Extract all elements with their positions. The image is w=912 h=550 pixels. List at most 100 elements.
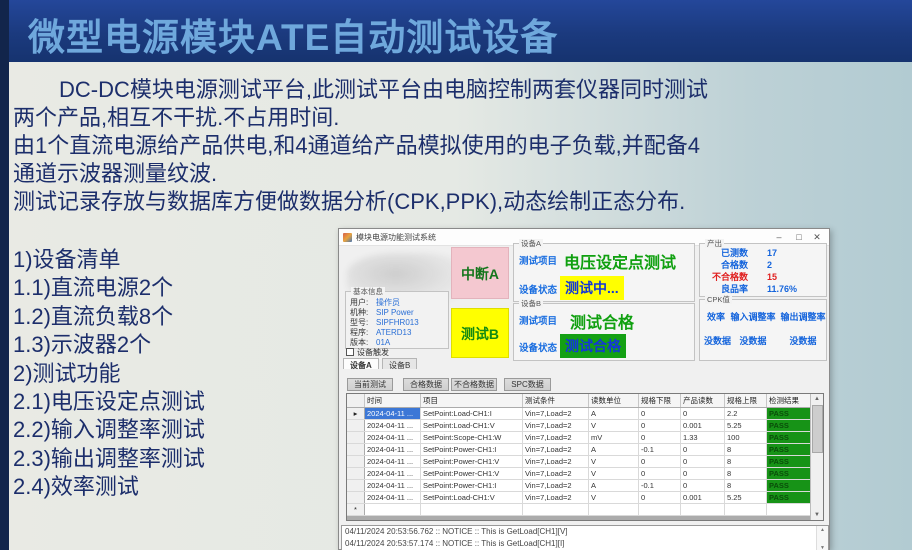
table-cell[interactable]	[589, 504, 639, 515]
table-cell[interactable]: Vin=7,Load=2	[523, 492, 589, 503]
spinner-up-icon[interactable]: ▲	[817, 527, 828, 533]
table-cell[interactable]: 2024-04-11 ...	[365, 456, 421, 467]
table-row[interactable]: 2024-04-11 ... SetPoint:Power-CH1:V Vin=…	[347, 468, 811, 480]
spinner-down-icon[interactable]: ▼	[817, 545, 828, 550]
table-cell[interactable]: 100	[725, 432, 767, 443]
table-cell[interactable]: -0.1	[639, 444, 681, 455]
close-button[interactable]: ✕	[809, 230, 825, 244]
table-vertical-scrollbar[interactable]: ▲ ▼	[810, 394, 823, 520]
spc-data-button[interactable]: SPC数据	[504, 378, 551, 391]
table-cell[interactable]: 0	[681, 444, 725, 455]
result-cell[interactable]: PASS	[767, 456, 811, 467]
scroll-up-icon[interactable]: ▲	[811, 394, 823, 404]
table-cell[interactable]: 0	[639, 420, 681, 431]
minimize-button[interactable]: –	[771, 230, 787, 244]
table-cell[interactable]: Vin=7,Load=2	[523, 456, 589, 467]
result-cell[interactable]: PASS	[767, 444, 811, 455]
table-row[interactable]: 2024-04-11 ... SetPoint:Power-CH1:I Vin=…	[347, 480, 811, 492]
table-cell[interactable]: A	[589, 480, 639, 491]
interrupt-a-button[interactable]: 中断A	[451, 247, 509, 299]
table-cell[interactable]: 5.25	[725, 420, 767, 431]
table-cell[interactable]: 8	[725, 480, 767, 491]
maximize-button[interactable]: □	[791, 230, 807, 244]
scrollbar-thumb[interactable]	[812, 405, 823, 453]
table-cell[interactable]: SetPoint:Power-CH1:I	[421, 480, 523, 491]
table-cell[interactable]: A	[589, 444, 639, 455]
table-cell[interactable]: 0	[639, 408, 681, 419]
table-cell[interactable]: Vin=7,Load=2	[523, 420, 589, 431]
scroll-down-icon[interactable]: ▼	[811, 510, 823, 520]
table-row[interactable]: 2024-04-11 ... SetPoint:Load-CH1:V Vin=7…	[347, 420, 811, 432]
table-cell[interactable]: 2024-04-11 ...	[365, 432, 421, 443]
table-cell[interactable]	[639, 504, 681, 515]
table-row[interactable]: 2024-04-11 ... SetPoint:Load-CH1:V Vin=7…	[347, 492, 811, 504]
table-cell[interactable]: 0	[639, 456, 681, 467]
table-cell[interactable]: Vin=7,Load=2	[523, 444, 589, 455]
table-cell[interactable]	[365, 504, 421, 515]
table-cell[interactable]	[523, 504, 589, 515]
table-cell[interactable]: -0.1	[639, 480, 681, 491]
table-cell[interactable]: mV	[589, 432, 639, 443]
table-cell[interactable]: 2.2	[725, 408, 767, 419]
column-header[interactable]: 检测结果	[767, 394, 811, 407]
table-cell[interactable]: 1.33	[681, 432, 725, 443]
table-cell[interactable]: 2024-04-11 ...	[365, 468, 421, 479]
table-cell[interactable]: 2024-04-11 ...	[365, 492, 421, 503]
fail-data-button[interactable]: 不合格数据	[451, 378, 497, 391]
table-cell[interactable]: SetPoint:Load-CH1:I	[421, 408, 523, 419]
table-cell[interactable]: SetPoint:Power-CH1:I	[421, 444, 523, 455]
table-cell[interactable]: SetPoint:Scope-CH1:W	[421, 432, 523, 443]
table-cell[interactable]: V	[589, 420, 639, 431]
table-cell[interactable]	[767, 504, 811, 515]
table-cell[interactable]	[681, 504, 725, 515]
table-cell[interactable]: Vin=7,Load=2	[523, 432, 589, 443]
table-new-row[interactable]: *	[347, 504, 811, 516]
table-cell[interactable]	[421, 504, 523, 515]
table-cell[interactable]: 8	[725, 444, 767, 455]
table-cell[interactable]: Vin=7,Load=2	[523, 468, 589, 479]
table-cell[interactable]: SetPoint:Load-CH1:V	[421, 420, 523, 431]
column-header[interactable]: 规格上限	[725, 394, 767, 407]
table-cell[interactable]: V	[589, 492, 639, 503]
table-cell[interactable]: 2024-04-11 ...	[365, 444, 421, 455]
table-cell[interactable]: SetPoint:Power-CH1:V	[421, 468, 523, 479]
tab-device-a[interactable]: 设备A	[343, 358, 379, 369]
table-cell[interactable]: A	[589, 408, 639, 419]
table-cell[interactable]: 8	[725, 456, 767, 467]
column-header[interactable]: 时间	[365, 394, 421, 407]
result-cell[interactable]: PASS	[767, 468, 811, 479]
test-b-button[interactable]: 测试B	[451, 308, 509, 358]
tab-device-b[interactable]: 设备B	[382, 358, 417, 369]
column-header[interactable]: 项目	[421, 394, 523, 407]
table-row[interactable]: 2024-04-11 ... SetPoint:Scope-CH1:W Vin=…	[347, 432, 811, 444]
table-row[interactable]: 2024-04-11 ... SetPoint:Power-CH1:V Vin=…	[347, 456, 811, 468]
table-cell[interactable]: V	[589, 456, 639, 467]
log-scrollbar[interactable]: ▲ ▼	[816, 526, 828, 550]
column-header[interactable]: 测试条件	[523, 394, 589, 407]
table-cell[interactable]: SetPoint:Power-CH1:V	[421, 456, 523, 467]
column-header[interactable]: 读数单位	[589, 394, 639, 407]
result-cell[interactable]: PASS	[767, 492, 811, 503]
table-cell[interactable]: 0.001	[681, 420, 725, 431]
table-cell[interactable]: Vin=7,Load=2	[523, 480, 589, 491]
table-cell[interactable]: 0.001	[681, 492, 725, 503]
table-cell[interactable]: 0	[639, 432, 681, 443]
table-cell[interactable]: 0	[681, 480, 725, 491]
table-cell[interactable]: 0	[681, 468, 725, 479]
result-cell[interactable]: PASS	[767, 480, 811, 491]
column-header[interactable]: 产品读数	[681, 394, 725, 407]
table-cell[interactable]: 0	[639, 468, 681, 479]
table-cell[interactable]: V	[589, 468, 639, 479]
table-cell[interactable]: SetPoint:Load-CH1:V	[421, 492, 523, 503]
column-header[interactable]: 规格下限	[639, 394, 681, 407]
table-cell[interactable]: 2024-04-11 ...	[365, 420, 421, 431]
pass-data-button[interactable]: 合格数据	[403, 378, 449, 391]
table-row[interactable]: ▸ 2024-04-11 ... SetPoint:Load-CH1:I Vin…	[347, 408, 811, 420]
table-cell[interactable]: 2024-04-11 ...	[365, 480, 421, 491]
table-cell[interactable]	[725, 504, 767, 515]
result-cell[interactable]: PASS	[767, 432, 811, 443]
table-cell[interactable]: 0	[639, 492, 681, 503]
table-cell[interactable]: Vin=7,Load=2	[523, 408, 589, 419]
checkbox-icon[interactable]	[346, 348, 354, 356]
table-row[interactable]: 2024-04-11 ... SetPoint:Power-CH1:I Vin=…	[347, 444, 811, 456]
